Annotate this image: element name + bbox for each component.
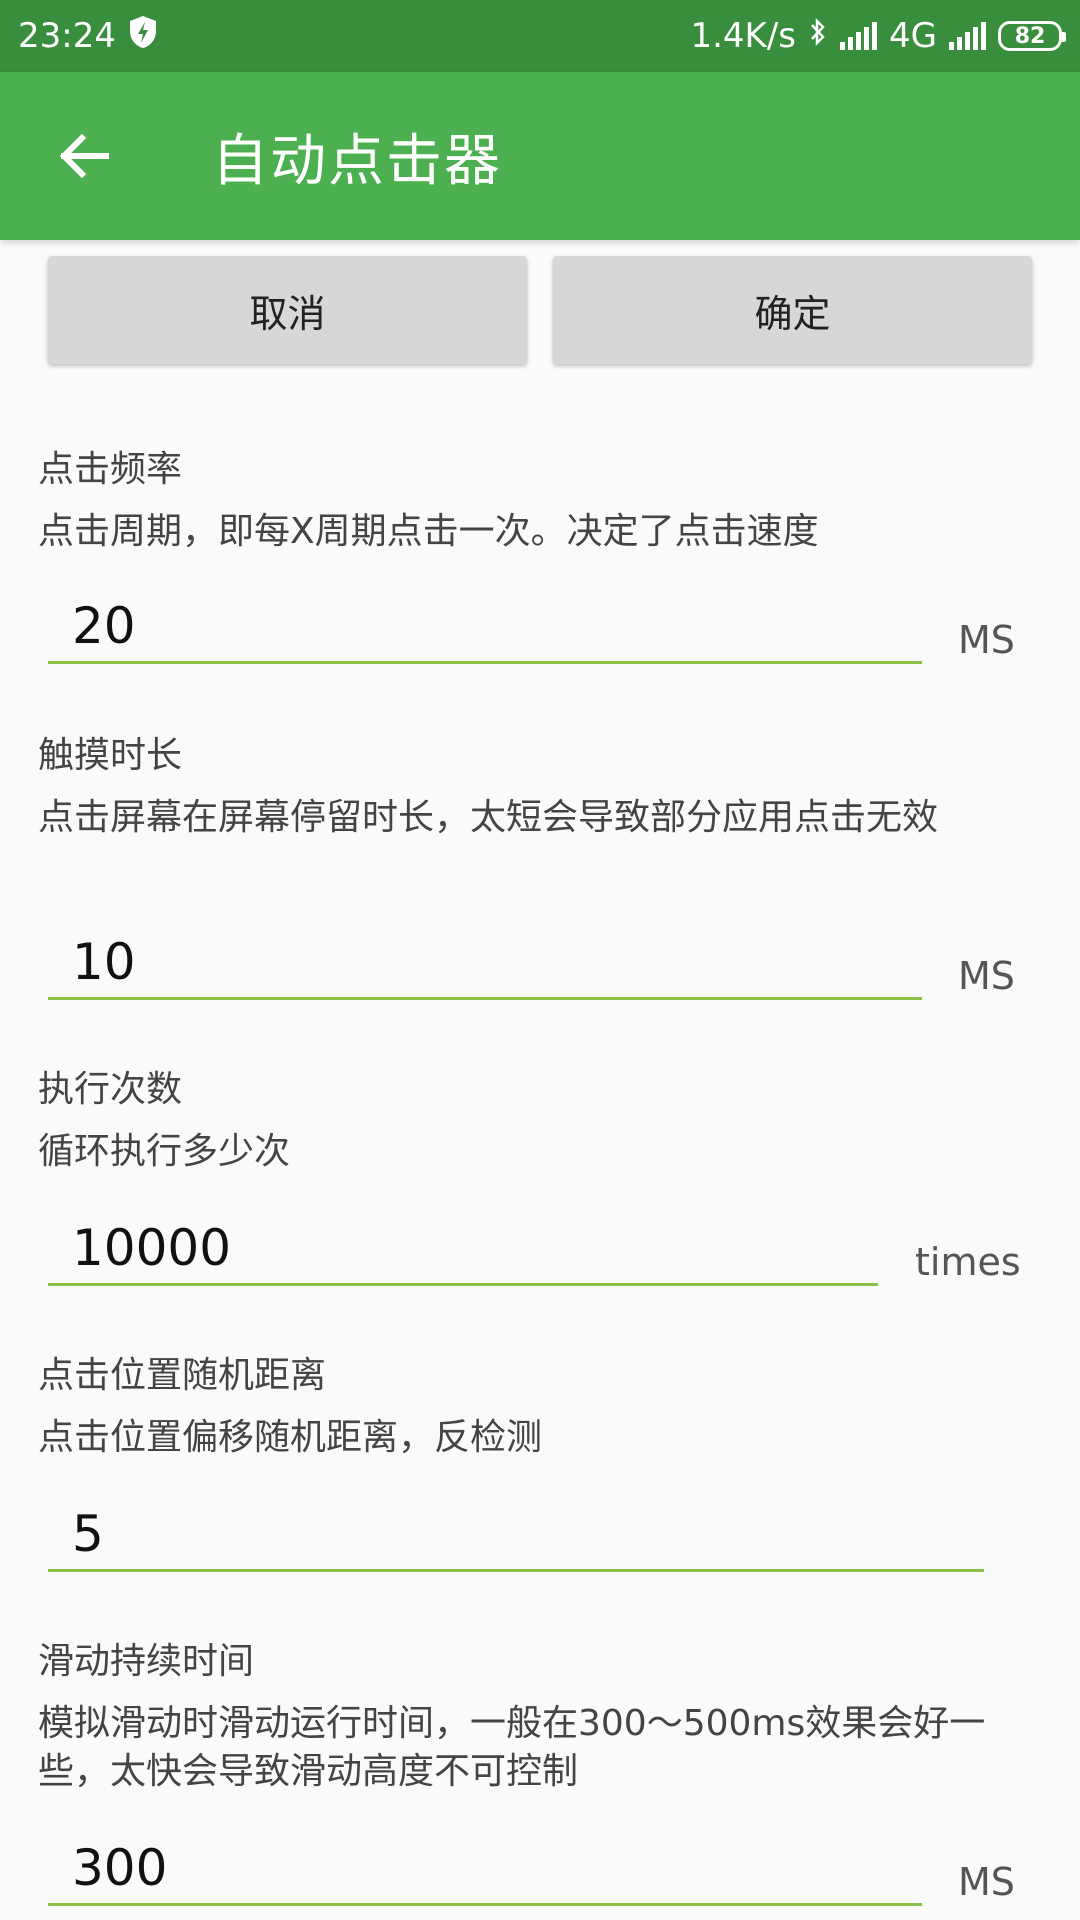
status-right: 1.4K/s 4G 82 (690, 16, 1066, 56)
setting-description: 点击位置偏移随机距离，反检测 (38, 1417, 543, 1458)
action-buttons: 取消 确定 (48, 256, 1032, 364)
confirm-button[interactable]: 确定 (553, 256, 1032, 364)
setting-unit: MS (958, 954, 1015, 998)
setting-title: 触摸时长 (38, 735, 183, 776)
random-offset-input[interactable]: 5 (48, 1498, 984, 1572)
network-type: 4G (889, 16, 937, 56)
shield-icon (128, 15, 158, 58)
setting-description: 模拟滑动时滑动运行时间，一般在300～500ms效果会好一些，太快会导致滑动高度… (38, 1703, 986, 1792)
signal-icon (840, 22, 878, 50)
click-frequency-input[interactable]: 20 (48, 590, 922, 664)
status-left: 23:24 (18, 15, 158, 58)
swipe-duration-input[interactable]: 300 (48, 1832, 922, 1906)
network-speed: 1.4K/s (690, 16, 797, 56)
status-time: 23:24 (18, 16, 116, 56)
setting-title: 执行次数 (38, 1069, 183, 1110)
app-bar: 自动点击器 (0, 72, 1080, 240)
setting-description: 循环执行多少次 (38, 1131, 291, 1172)
setting-title: 点击位置随机距离 (38, 1355, 327, 1396)
status-bar: 23:24 1.4K/s 4G 82 (0, 0, 1080, 72)
setting-title: 点击频率 (38, 449, 183, 490)
signal-icon-2 (949, 22, 986, 50)
bluetooth-icon (808, 16, 828, 56)
setting-unit: MS (958, 618, 1015, 662)
setting-title: 滑动持续时间 (38, 1641, 255, 1682)
setting-description: 点击周期，即每X周期点击一次。决定了点击速度 (38, 511, 819, 552)
setting-unit: MS (958, 1860, 1015, 1904)
setting-description: 点击屏幕在屏幕停留时长，太短会导致部分应用点击无效 (38, 797, 939, 838)
battery-icon: 82 (998, 21, 1066, 51)
setting-unit: times (915, 1240, 1021, 1284)
touch-duration-input[interactable]: 10 (48, 926, 922, 1000)
cancel-button[interactable]: 取消 (48, 256, 527, 364)
back-button[interactable] (28, 100, 140, 212)
page-title: 自动点击器 (212, 128, 502, 194)
repeat-count-input[interactable]: 10000 (48, 1212, 878, 1286)
arrow-back-icon (59, 133, 109, 179)
